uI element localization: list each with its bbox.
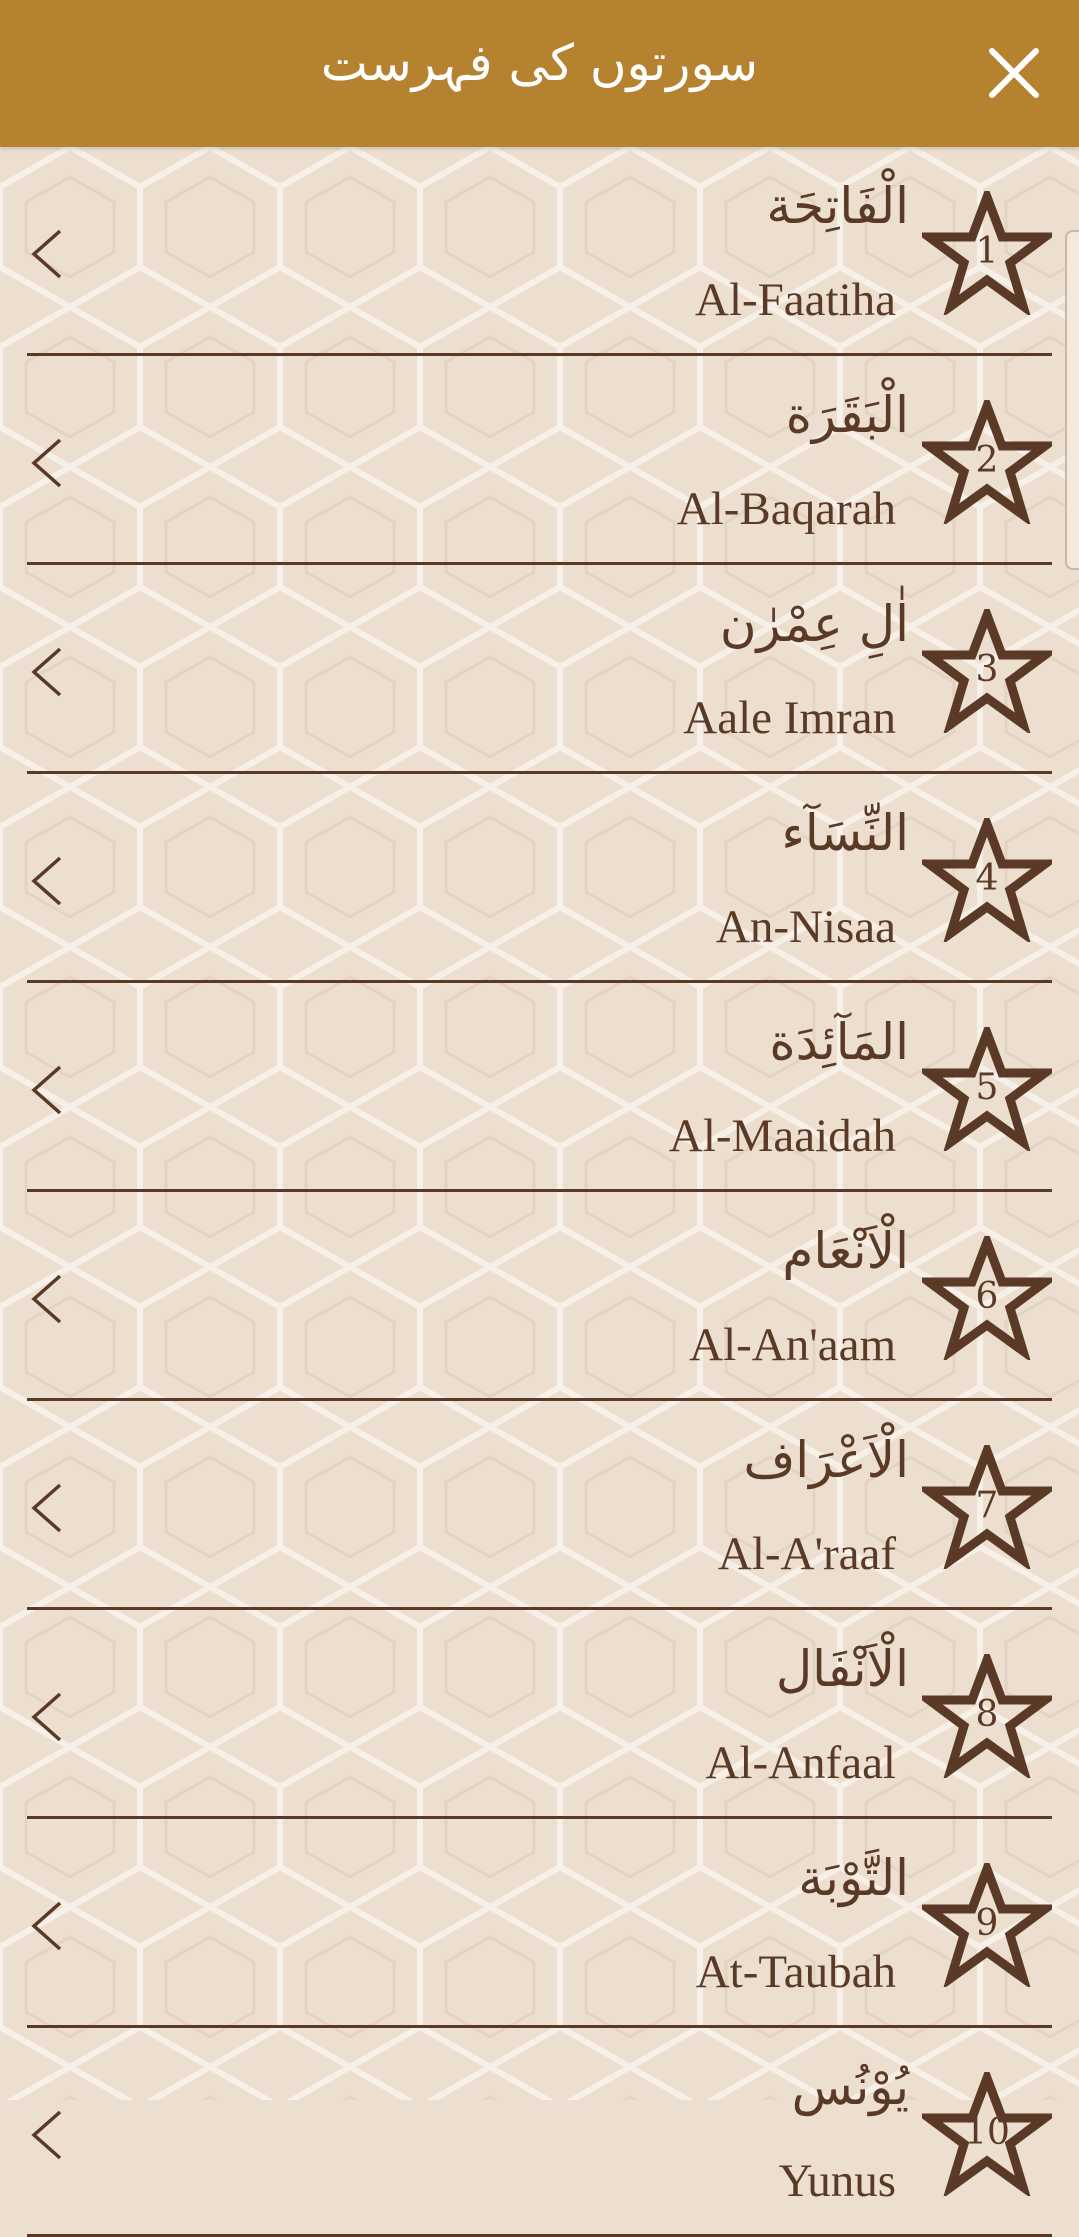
surah-english-name: Al-Baqarah — [676, 483, 896, 535]
surah-english-name: At-Taubah — [695, 1946, 896, 1998]
surah-arabic-name: يُوْنُس — [791, 2058, 909, 2116]
close-button[interactable] — [987, 46, 1041, 100]
chevron-left-icon — [31, 229, 62, 279]
surah-english-name: Al-A'raaf — [717, 1528, 896, 1580]
surah-number: 3 — [975, 649, 999, 690]
surah-arabic-name: الْاَنْفَال — [775, 1640, 909, 1698]
surah-english-name: Aale Imran — [683, 692, 896, 744]
surah-row[interactable]: الْبَقَرَة Al-Baqarah 2 — [0, 356, 1079, 565]
surah-english-name: Al-An'aam — [689, 1319, 896, 1371]
surah-english-name: An-Nisaa — [715, 901, 896, 953]
surah-number: 5 — [975, 1067, 999, 1108]
surah-number: 7 — [975, 1485, 999, 1526]
surah-arabic-name: الْاَنْعَام — [782, 1222, 909, 1280]
chevron-left-icon — [31, 1274, 62, 1324]
surah-row[interactable]: التَّوْبَة At-Taubah 9 — [0, 1819, 1079, 2028]
chevron-left-icon — [31, 647, 62, 697]
surah-arabic-name: النِّسَآء — [781, 804, 909, 862]
chevron-left-icon — [31, 1483, 62, 1533]
surah-number: 10 — [964, 2112, 1010, 2153]
app-header: سورتوں کی فہرست — [0, 0, 1079, 147]
surah-row[interactable]: الْاَعْرَاف Al-A'raaf 7 — [0, 1401, 1079, 1610]
surah-arabic-name: الْبَقَرَة — [785, 386, 909, 444]
surah-row[interactable]: الْاَنْفَال Al-Anfaal 8 — [0, 1610, 1079, 1819]
chevron-left-icon — [31, 1065, 62, 1115]
surah-number: 8 — [975, 1694, 999, 1735]
surah-english-name: Yunus — [778, 2155, 896, 2207]
surah-number: 2 — [975, 440, 999, 481]
surah-english-name: Al-Maaidah — [668, 1110, 896, 1162]
surah-arabic-name: المَآئِدَة — [769, 1013, 909, 1071]
surah-row[interactable]: يُوْنُس Yunus 10 — [0, 2028, 1079, 2237]
chevron-left-icon — [31, 856, 62, 906]
chevron-left-icon — [31, 2110, 62, 2160]
surah-number: 4 — [975, 858, 999, 899]
surah-number: 1 — [975, 231, 999, 272]
surah-row[interactable]: الْفَاتِحَة Al-Faatiha 1 — [0, 147, 1079, 356]
chevron-left-icon — [31, 1692, 62, 1742]
close-icon — [989, 48, 1039, 98]
surah-number: 6 — [975, 1276, 999, 1317]
surah-arabic-name: التَّوْبَة — [798, 1849, 909, 1907]
chevron-left-icon — [31, 1901, 62, 1951]
surah-arabic-name: الْاَعْرَاف — [743, 1431, 909, 1489]
surah-english-name: Al-Anfaal — [705, 1737, 896, 1789]
surah-row[interactable]: اٰلِ عِمْرٰن Aale Imran 3 — [0, 565, 1079, 774]
surah-row[interactable]: المَآئِدَة Al-Maaidah 5 — [0, 983, 1079, 1192]
surah-list: الْفَاتِحَة Al-Faatiha 1 الْبَقَرَة Al-Baqar… — [0, 147, 1079, 2237]
surah-english-name: Al-Faatiha — [695, 274, 896, 326]
surah-row[interactable]: النِّسَآء An-Nisaa 4 — [0, 774, 1079, 983]
surah-arabic-name: الْفَاتِحَة — [766, 177, 909, 235]
surah-arabic-name: اٰلِ عِمْرٰن — [719, 595, 909, 653]
surah-number: 9 — [975, 1903, 999, 1944]
surah-row[interactable]: الْاَنْعَام Al-An'aam 6 — [0, 1192, 1079, 1401]
chevron-left-icon — [31, 438, 62, 488]
page-title: سورتوں کی فہرست — [320, 34, 759, 92]
